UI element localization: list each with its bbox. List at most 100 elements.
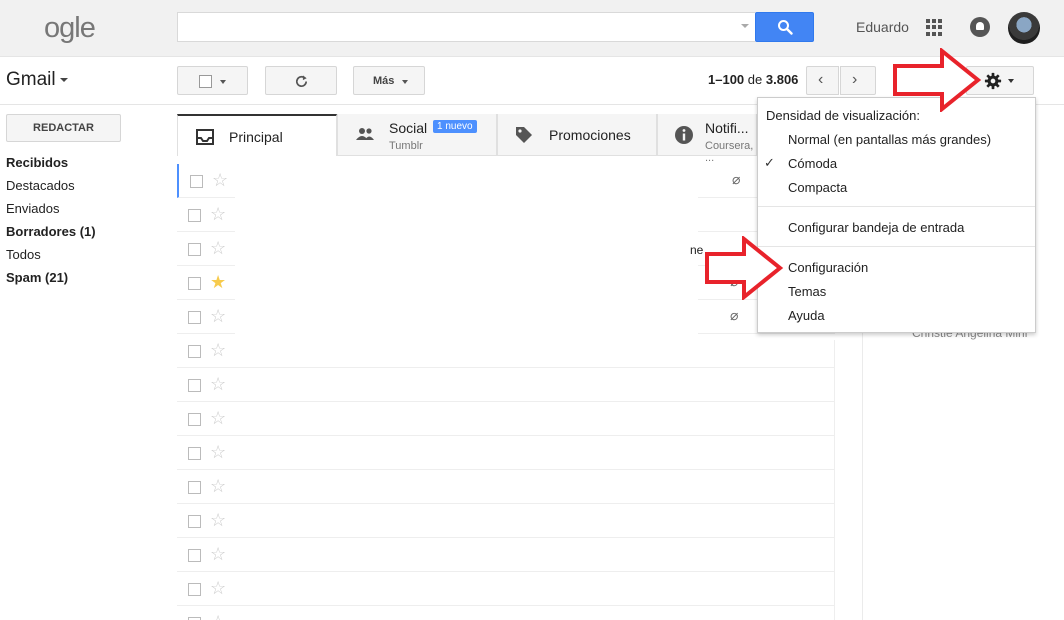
table-row[interactable]: ☆ [177,368,835,402]
red-arrow-icon [705,236,784,300]
row-checkbox[interactable] [188,447,201,460]
star-icon[interactable]: ☆ [210,204,226,225]
refresh-icon [296,75,308,87]
menu-item-density-compact[interactable]: Compacta [788,180,847,195]
row-checkbox[interactable] [188,277,201,290]
menu-item-configure-inbox[interactable]: Configurar bandeja de entrada [788,220,964,235]
checkmark-icon: ✓ [764,155,775,170]
table-row[interactable]: ☆ [177,402,835,436]
star-icon[interactable]: ☆ [210,238,226,259]
chevron-left-icon: ‹ [818,71,824,88]
attachment-icon: ⌀ [730,307,739,323]
sidebar-nav: Recibidos Destacados Enviados Borradores… [6,155,96,293]
table-row[interactable]: ☆ [177,572,835,606]
star-icon[interactable]: ☆ [210,612,226,620]
next-page-button[interactable]: › [840,66,876,95]
sidebar-item-spam[interactable]: Spam (21) [6,270,96,293]
menu-item-settings[interactable]: Configuración [788,260,868,275]
people-icon [356,128,374,140]
star-icon[interactable]: ☆ [210,442,226,463]
row-checkbox[interactable] [188,583,201,596]
paging-range: 1–100 [708,72,745,87]
google-logo[interactable]: ogle [44,12,96,45]
compose-button[interactable]: REDACTAR [6,114,121,142]
row-checkbox[interactable] [188,413,201,426]
star-icon[interactable]: ☆ [210,510,226,531]
tab-notificaciones[interactable]: Notifi... Coursera, ... [657,114,757,164]
notifications-bell-icon[interactable] [970,17,990,37]
apps-grid-icon[interactable] [926,19,943,36]
menu-divider [758,206,1035,207]
star-icon[interactable]: ☆ [210,476,226,497]
previous-page-button[interactable]: ‹ [806,66,839,95]
settings-menu: Densidad de visualización: Normal (en pa… [757,97,1036,333]
tab-promociones[interactable]: Promociones [497,114,657,156]
tab-label: Principal [229,129,283,145]
star-icon[interactable]: ☆ [210,340,226,361]
info-icon [675,126,693,144]
sidebar-item-all[interactable]: Todos [6,247,96,270]
refresh-button[interactable] [265,66,337,95]
gmail-label: Gmail [6,69,56,90]
paging-info: 1–100 de 3.806 [708,72,798,87]
row-checkbox[interactable] [188,209,201,222]
search-button[interactable] [755,12,814,42]
user-name-link[interactable]: Eduardo [856,19,909,35]
table-row[interactable]: ☆ [177,334,835,368]
star-icon[interactable]: ☆ [210,578,226,599]
tab-label: Notifi... [705,120,749,136]
sidebar-item-starred[interactable]: Destacados [6,178,96,201]
checkbox-icon[interactable] [199,75,212,88]
menu-item-themes[interactable]: Temas [788,284,826,299]
row-checkbox[interactable] [188,243,201,256]
row-checkbox[interactable] [188,311,201,324]
star-icon[interactable]: ☆ [210,374,226,395]
paging-of: de [747,72,763,87]
red-arrow-icon [893,48,982,112]
menu-item-help[interactable]: Ayuda [788,308,825,323]
tab-social[interactable]: Social 1 nuevo Tumblr [337,114,497,156]
tag-icon [516,127,532,143]
more-actions-button[interactable]: Más [353,66,425,95]
search-input[interactable] [177,12,755,42]
table-row[interactable]: ☆ [177,470,835,504]
inbox-icon [196,129,214,145]
list-border [834,340,835,620]
chevron-down-icon [402,80,408,84]
row-checkbox[interactable] [188,481,201,494]
avatar[interactable] [1008,12,1040,44]
table-row[interactable]: ☆ [177,538,835,572]
attachment-icon: ⌀ [732,171,741,187]
star-icon[interactable]: ☆ [210,306,226,327]
paging-total: 3.806 [765,72,799,87]
star-icon[interactable]: ☆ [210,408,226,429]
row-checkbox[interactable] [188,345,201,358]
sidebar-item-sent[interactable]: Enviados [6,201,96,224]
select-all-button[interactable] [177,66,248,95]
chevron-down-icon [59,77,68,82]
new-count-badge: 1 nuevo [433,120,477,133]
menu-item-density-comfortable[interactable]: Cómoda [788,156,837,171]
table-row[interactable]: ☆ [177,606,835,620]
row-checkbox[interactable] [188,515,201,528]
chevron-down-icon [1008,79,1014,83]
star-icon[interactable]: ☆ [210,544,226,565]
sidebar-item-drafts[interactable]: Borradores (1) [6,224,96,247]
table-row[interactable]: ☆ [177,436,835,470]
star-filled-icon[interactable]: ★ [210,272,226,293]
row-checkbox[interactable] [188,379,201,392]
row-checkbox[interactable] [188,549,201,562]
tab-principal[interactable]: Principal [177,114,337,156]
gmail-app-switcher[interactable]: Gmail [6,69,68,91]
row-checkbox[interactable] [190,175,203,188]
table-row[interactable]: ☆ [177,504,835,538]
sidebar-item-inbox[interactable]: Recibidos [6,155,96,178]
tab-label: Social [389,120,428,136]
tab-label: Promociones [549,127,631,143]
tab-sublabel: Coursera, ... [705,140,754,164]
star-icon[interactable]: ☆ [212,170,228,191]
gear-icon [984,72,1002,90]
search-options-caret-icon[interactable] [741,24,749,28]
tab-sublabel: Tumblr [389,140,423,152]
menu-item-density-normal[interactable]: Normal (en pantallas más grandes) [788,132,991,147]
